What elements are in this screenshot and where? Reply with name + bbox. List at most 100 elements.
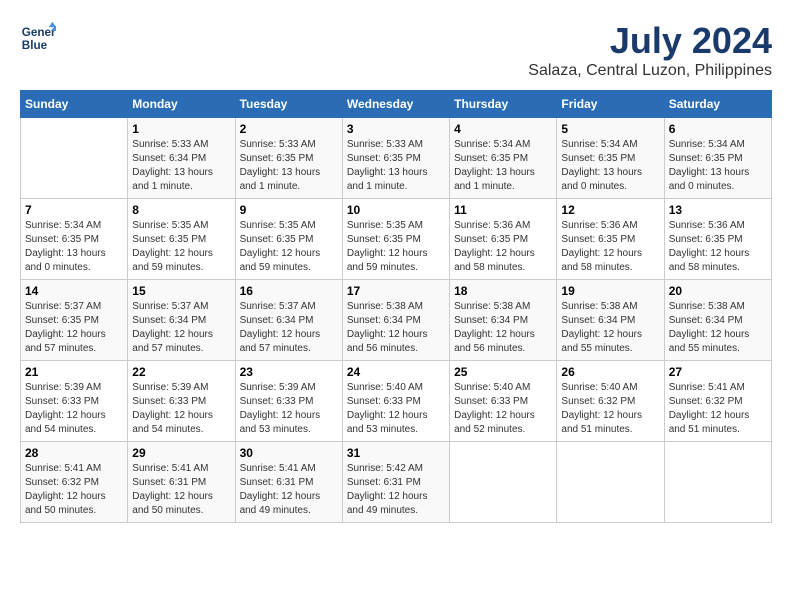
day-header-monday: Monday <box>128 91 235 118</box>
calendar-cell: 30 Sunrise: 5:41 AMSunset: 6:31 PMDayligh… <box>235 442 342 523</box>
day-number: 30 <box>240 446 338 460</box>
day-info: Sunrise: 5:39 AMSunset: 6:33 PMDaylight:… <box>132 381 230 437</box>
day-info: Sunrise: 5:38 AMSunset: 6:34 PMDaylight:… <box>347 300 445 356</box>
day-header-saturday: Saturday <box>664 91 771 118</box>
main-title: July 2024 <box>528 20 772 62</box>
day-number: 18 <box>454 284 552 298</box>
calendar-cell: 21Sunrise: 5:39 AMSunset: 6:33 PMDayligh… <box>21 361 128 442</box>
day-info: Sunrise: 5:40 AMSunset: 6:32 PMDaylight:… <box>561 381 659 437</box>
day-number: 20 <box>669 284 767 298</box>
day-number: 11 <box>454 203 552 217</box>
calendar-cell: 20 Sunrise: 5:38 AMSunset: 6:34 PMDayligh… <box>664 280 771 361</box>
day-number: 15 <box>132 284 230 298</box>
day-info: Sunrise: 5:33 AMSunset: 6:35 PMDaylight:… <box>240 138 338 194</box>
day-info: Sunrise: 5:41 AMSunset: 6:32 PMDaylight:… <box>669 381 767 437</box>
calendar-cell: 29 Sunrise: 5:41 AMSunset: 6:31 PMDayligh… <box>128 442 235 523</box>
day-number: 14 <box>25 284 123 298</box>
calendar-cell: 7Sunrise: 5:34 AMSunset: 6:35 PMDaylight… <box>21 199 128 280</box>
day-number: 3 <box>347 122 445 136</box>
page-header: General Blue July 2024 Salaza, Central L… <box>20 20 772 80</box>
day-number: 27 <box>669 365 767 379</box>
calendar-cell: 15 Sunrise: 5:37 AMSunset: 6:34 PMDayligh… <box>128 280 235 361</box>
week-row-4: 21 Sunrise: 5:39 AMSunset: 6:33 PMDayligh… <box>21 361 772 442</box>
day-info: Sunrise: 5:38 AMSunset: 6:34 PMDaylight:… <box>561 300 659 356</box>
calendar-cell <box>664 442 771 523</box>
calendar-cell <box>450 442 557 523</box>
day-header-tuesday: Tuesday <box>235 91 342 118</box>
calendar-cell: 27 Sunrise: 5:41 AMSunset: 6:32 PMDayligh… <box>664 361 771 442</box>
day-info: Sunrise: 5:37 AMSunset: 6:34 PMDaylight:… <box>132 300 230 356</box>
calendar-table: SundayMondayTuesdayWednesdayThursdayFrid… <box>20 90 772 523</box>
day-info: Sunrise: 5:40 AMSunset: 6:33 PMDaylight:… <box>347 381 445 437</box>
day-number: 12 <box>561 203 659 217</box>
day-number: 13 <box>669 203 767 217</box>
logo-icon: General Blue <box>20 20 56 56</box>
day-header-wednesday: Wednesday <box>342 91 449 118</box>
day-info: Sunrise: 5:36 AMSunset: 6:35 PMDaylight:… <box>454 219 552 275</box>
day-info: Sunrise: 5:37 AMSunset: 6:34 PMDaylight:… <box>240 300 338 356</box>
calendar-cell: 11 Sunrise: 5:36 AMSunset: 6:35 PMDayligh… <box>450 199 557 280</box>
day-number: 8 <box>132 203 230 217</box>
title-block: July 2024 Salaza, Central Luzon, Philipp… <box>528 20 772 80</box>
calendar-cell: 16 Sunrise: 5:37 AMSunset: 6:34 PMDayligh… <box>235 280 342 361</box>
day-header-sunday: Sunday <box>21 91 128 118</box>
week-row-3: 14 Sunrise: 5:37 AMSunset: 6:35 PMDayligh… <box>21 280 772 361</box>
day-number: 23 <box>240 365 338 379</box>
day-info: Sunrise: 5:34 AMSunset: 6:35 PMDaylight:… <box>561 138 659 194</box>
calendar-cell: 1 Sunrise: 5:33 AMSunset: 6:34 PMDaylight… <box>128 118 235 199</box>
day-info: Sunrise: 5:35 AMSunset: 6:35 PMDaylight:… <box>240 219 338 275</box>
subtitle: Salaza, Central Luzon, Philippines <box>528 62 772 80</box>
day-header-thursday: Thursday <box>450 91 557 118</box>
calendar-cell: 28 Sunrise: 5:41 AMSunset: 6:32 PMDayligh… <box>21 442 128 523</box>
calendar-cell: 22Sunrise: 5:39 AMSunset: 6:33 PMDayligh… <box>128 361 235 442</box>
day-number: 24 <box>347 365 445 379</box>
day-header-friday: Friday <box>557 91 664 118</box>
calendar-cell: 12Sunrise: 5:36 AMSunset: 6:35 PMDayligh… <box>557 199 664 280</box>
calendar-cell: 9 Sunrise: 5:35 AMSunset: 6:35 PMDaylight… <box>235 199 342 280</box>
week-row-2: 7Sunrise: 5:34 AMSunset: 6:35 PMDaylight… <box>21 199 772 280</box>
day-number: 28 <box>25 446 123 460</box>
day-number: 25 <box>454 365 552 379</box>
day-info: Sunrise: 5:36 AMSunset: 6:35 PMDaylight:… <box>669 219 767 275</box>
week-row-1: 1 Sunrise: 5:33 AMSunset: 6:34 PMDaylight… <box>21 118 772 199</box>
calendar-cell: 23Sunrise: 5:39 AMSunset: 6:33 PMDayligh… <box>235 361 342 442</box>
header-row: SundayMondayTuesdayWednesdayThursdayFrid… <box>21 91 772 118</box>
logo: General Blue <box>20 20 56 56</box>
day-info: Sunrise: 5:38 AMSunset: 6:34 PMDaylight:… <box>669 300 767 356</box>
day-info: Sunrise: 5:33 AMSunset: 6:35 PMDaylight:… <box>347 138 445 194</box>
calendar-cell: 25 Sunrise: 5:40 AMSunset: 6:33 PMDayligh… <box>450 361 557 442</box>
day-info: Sunrise: 5:41 AMSunset: 6:31 PMDaylight:… <box>240 462 338 518</box>
day-info: Sunrise: 5:34 AMSunset: 6:35 PMDaylight:… <box>25 219 123 275</box>
calendar-cell: 24 Sunrise: 5:40 AMSunset: 6:33 PMDayligh… <box>342 361 449 442</box>
day-info: Sunrise: 5:38 AMSunset: 6:34 PMDaylight:… <box>454 300 552 356</box>
calendar-cell: 10Sunrise: 5:35 AMSunset: 6:35 PMDayligh… <box>342 199 449 280</box>
calendar-cell <box>557 442 664 523</box>
day-number: 26 <box>561 365 659 379</box>
calendar-cell: 19 Sunrise: 5:38 AMSunset: 6:34 PMDayligh… <box>557 280 664 361</box>
week-row-5: 28 Sunrise: 5:41 AMSunset: 6:32 PMDayligh… <box>21 442 772 523</box>
day-info: Sunrise: 5:41 AMSunset: 6:31 PMDaylight:… <box>132 462 230 518</box>
calendar-cell: 13 Sunrise: 5:36 AMSunset: 6:35 PMDayligh… <box>664 199 771 280</box>
day-info: Sunrise: 5:37 AMSunset: 6:35 PMDaylight:… <box>25 300 123 356</box>
day-info: Sunrise: 5:41 AMSunset: 6:32 PMDaylight:… <box>25 462 123 518</box>
day-number: 17 <box>347 284 445 298</box>
svg-text:Blue: Blue <box>22 39 48 52</box>
calendar-cell: 31Sunrise: 5:42 AMSunset: 6:31 PMDayligh… <box>342 442 449 523</box>
day-info: Sunrise: 5:40 AMSunset: 6:33 PMDaylight:… <box>454 381 552 437</box>
day-number: 16 <box>240 284 338 298</box>
day-number: 9 <box>240 203 338 217</box>
day-number: 21 <box>25 365 123 379</box>
day-info: Sunrise: 5:33 AMSunset: 6:34 PMDaylight:… <box>132 138 230 194</box>
day-info: Sunrise: 5:42 AMSunset: 6:31 PMDaylight:… <box>347 462 445 518</box>
day-number: 29 <box>132 446 230 460</box>
calendar-cell: 5Sunrise: 5:34 AMSunset: 6:35 PMDaylight… <box>557 118 664 199</box>
calendar-cell: 18 Sunrise: 5:38 AMSunset: 6:34 PMDayligh… <box>450 280 557 361</box>
day-number: 19 <box>561 284 659 298</box>
day-info: Sunrise: 5:34 AMSunset: 6:35 PMDaylight:… <box>454 138 552 194</box>
day-number: 6 <box>669 122 767 136</box>
svg-text:General: General <box>22 26 56 39</box>
day-info: Sunrise: 5:35 AMSunset: 6:35 PMDaylight:… <box>132 219 230 275</box>
calendar-cell: 8 Sunrise: 5:35 AMSunset: 6:35 PMDaylight… <box>128 199 235 280</box>
calendar-cell: 6Sunrise: 5:34 AMSunset: 6:35 PMDaylight… <box>664 118 771 199</box>
day-number: 1 <box>132 122 230 136</box>
